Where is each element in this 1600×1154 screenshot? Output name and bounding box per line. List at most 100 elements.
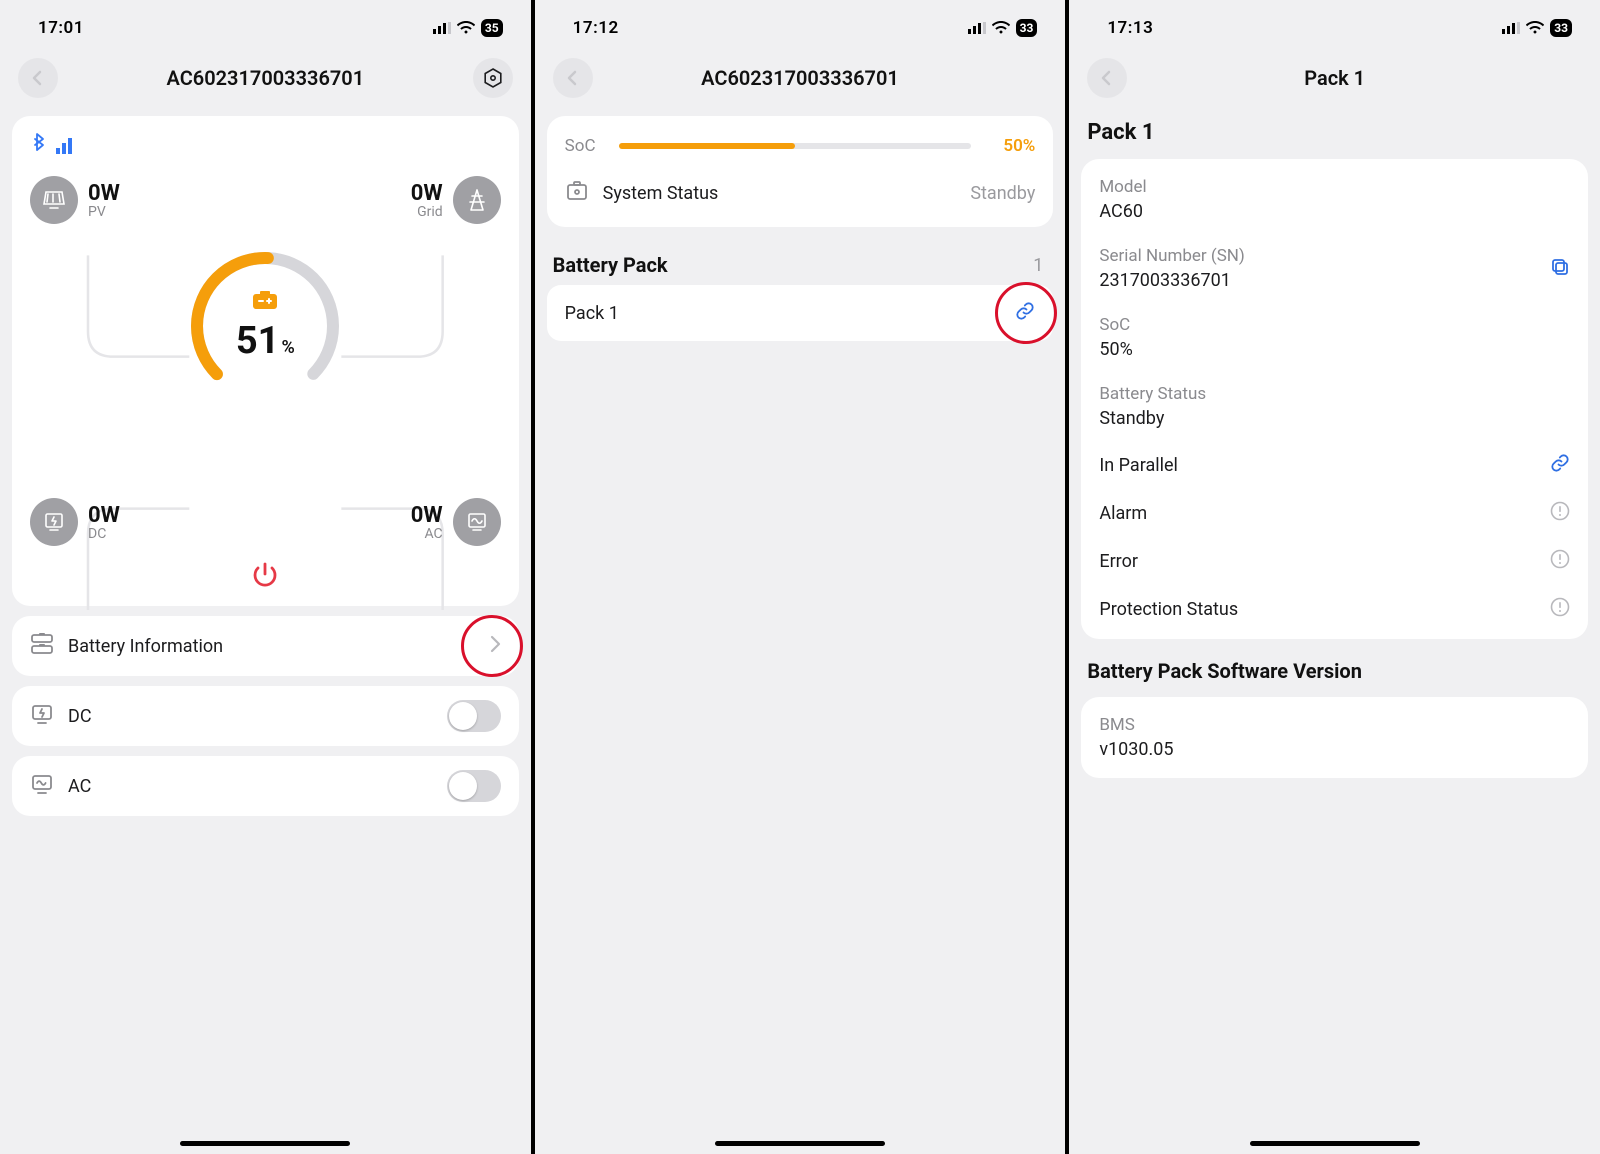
ac-label: AC [411, 526, 443, 542]
cellular-icon [968, 19, 986, 38]
battery-stack-icon [30, 633, 54, 659]
status-bar: 17:01 35 [0, 6, 531, 50]
system-status-value: Standby [970, 183, 1035, 204]
in-parallel-row[interactable]: In Parallel [1081, 441, 1588, 489]
in-parallel-label: In Parallel [1099, 455, 1178, 476]
battery-pack-count: 1 [1033, 255, 1043, 276]
dc-label: DC [88, 526, 120, 542]
model-key: Model [1099, 177, 1570, 197]
ac-device-icon [30, 773, 54, 799]
soc-gauge: 51% [185, 246, 345, 406]
battery-status-icon: 35 [481, 19, 503, 37]
settings-button[interactable] [473, 58, 513, 98]
software-version-card: BMS v1030.05 [1081, 697, 1588, 778]
home-indicator[interactable] [715, 1141, 885, 1146]
chevron-right-icon [489, 635, 501, 657]
pack-details-card: Model AC60 Serial Number (SN) 2317003336… [1081, 159, 1588, 639]
serial-value: 2317003336701 [1099, 270, 1570, 291]
link-icon [1550, 453, 1570, 477]
bms-value: v1030.05 [1099, 739, 1570, 760]
dc-toggle[interactable] [447, 700, 501, 732]
pack-1-row[interactable]: Pack 1 [547, 285, 1054, 341]
model-value: AC60 [1099, 201, 1570, 222]
battery-status-key: Battery Status [1099, 384, 1570, 404]
dc-device-icon [30, 703, 54, 729]
soc-gauge-suffix: % [281, 337, 294, 358]
software-version-section-title: Battery Pack Software Version [1069, 645, 1600, 691]
bluetooth-icon [30, 130, 46, 158]
soc-value: 50% [1099, 339, 1570, 360]
system-status-card: SoC 50% System Status Standby [547, 116, 1054, 227]
soc-label: SoC [565, 136, 605, 156]
battery-information-row[interactable]: Battery Information [12, 616, 519, 676]
soc-percent-value: 50% [985, 136, 1035, 156]
protection-status-row[interactable]: Protection Status [1081, 585, 1588, 633]
ac-toggle[interactable] [447, 770, 501, 802]
home-indicator[interactable] [180, 1141, 350, 1146]
status-time: 17:13 [1107, 18, 1153, 38]
ac-toggle-row: AC [12, 756, 519, 816]
wifi-icon [992, 19, 1010, 38]
status-bar: 17:12 33 [535, 6, 1066, 50]
battery-status-icon: 33 [1550, 19, 1572, 37]
dc-toggle-row: DC [12, 686, 519, 746]
pack-1-label: Pack 1 [565, 303, 619, 324]
info-circle-icon [1550, 549, 1570, 573]
ac-row-label: AC [68, 776, 91, 797]
status-bar: 17:13 33 [1069, 6, 1600, 50]
page-title: Pack 1 [1304, 66, 1365, 90]
screen-battery-info: 17:12 33 AC602317003336701 SoC 50% Syste… [535, 0, 1066, 1154]
battery-status-value: Standby [1099, 408, 1570, 429]
dc-row-label: DC [68, 706, 92, 727]
dc-output-node: 0WDC [30, 498, 120, 546]
battery-icon [251, 289, 279, 315]
alarm-label: Alarm [1099, 503, 1147, 524]
dc-watt-value: 0W [88, 503, 120, 528]
status-time: 17:12 [573, 18, 619, 38]
screen-pack-detail: 17:13 33 Pack 1 Pack 1 Model AC60 Serial… [1069, 0, 1600, 1154]
battery-pack-heading: Battery Pack [553, 253, 668, 277]
back-button[interactable] [18, 58, 58, 98]
dc-device-icon [30, 498, 78, 546]
solar-panel-icon [30, 176, 78, 224]
app-header: AC602317003336701 [535, 50, 1066, 106]
ac-output-node: 0WAC [411, 498, 501, 546]
wifi-icon [457, 19, 475, 38]
signal-bars-icon [56, 138, 74, 158]
status-time: 17:01 [38, 18, 84, 38]
soc-progress-bar [619, 143, 972, 149]
battery-status-icon: 33 [1016, 19, 1038, 37]
system-status-label: System Status [603, 183, 719, 204]
info-circle-icon [1550, 597, 1570, 621]
pv-watt-value: 0W [88, 181, 120, 206]
grid-input-node: 0WGrid [411, 176, 501, 224]
grid-label: Grid [411, 204, 443, 220]
bms-row: BMS v1030.05 [1081, 703, 1588, 772]
grid-tower-icon [453, 176, 501, 224]
protection-status-label: Protection Status [1099, 599, 1238, 620]
serial-key: Serial Number (SN) [1099, 246, 1570, 266]
back-button[interactable] [553, 58, 593, 98]
back-button[interactable] [1087, 58, 1127, 98]
system-status-icon [565, 180, 589, 207]
serial-row: Serial Number (SN) 2317003336701 [1081, 234, 1588, 303]
home-indicator[interactable] [1250, 1141, 1420, 1146]
pv-label: PV [88, 204, 120, 220]
battery-status-row: Battery Status Standby [1081, 372, 1588, 441]
battery-pack-section-header: Battery Pack 1 [535, 237, 1066, 281]
battery-information-label: Battery Information [68, 636, 223, 657]
cellular-icon [1502, 19, 1520, 38]
page-title: AC602317003336701 [701, 66, 899, 90]
info-circle-icon [1550, 501, 1570, 525]
alarm-row[interactable]: Alarm [1081, 489, 1588, 537]
screen-device-overview: 17:01 35 AC602317003336701 [0, 0, 531, 1154]
app-header: AC602317003336701 [0, 50, 531, 106]
grid-watt-value: 0W [411, 181, 443, 206]
ac-watt-value: 0W [411, 503, 443, 528]
error-row[interactable]: Error [1081, 537, 1588, 585]
power-off-button[interactable] [250, 560, 280, 594]
soc-key: SoC [1099, 315, 1570, 335]
link-icon [1015, 301, 1035, 325]
copy-icon[interactable] [1550, 257, 1570, 281]
pack-section-title: Pack 1 [1069, 106, 1600, 153]
